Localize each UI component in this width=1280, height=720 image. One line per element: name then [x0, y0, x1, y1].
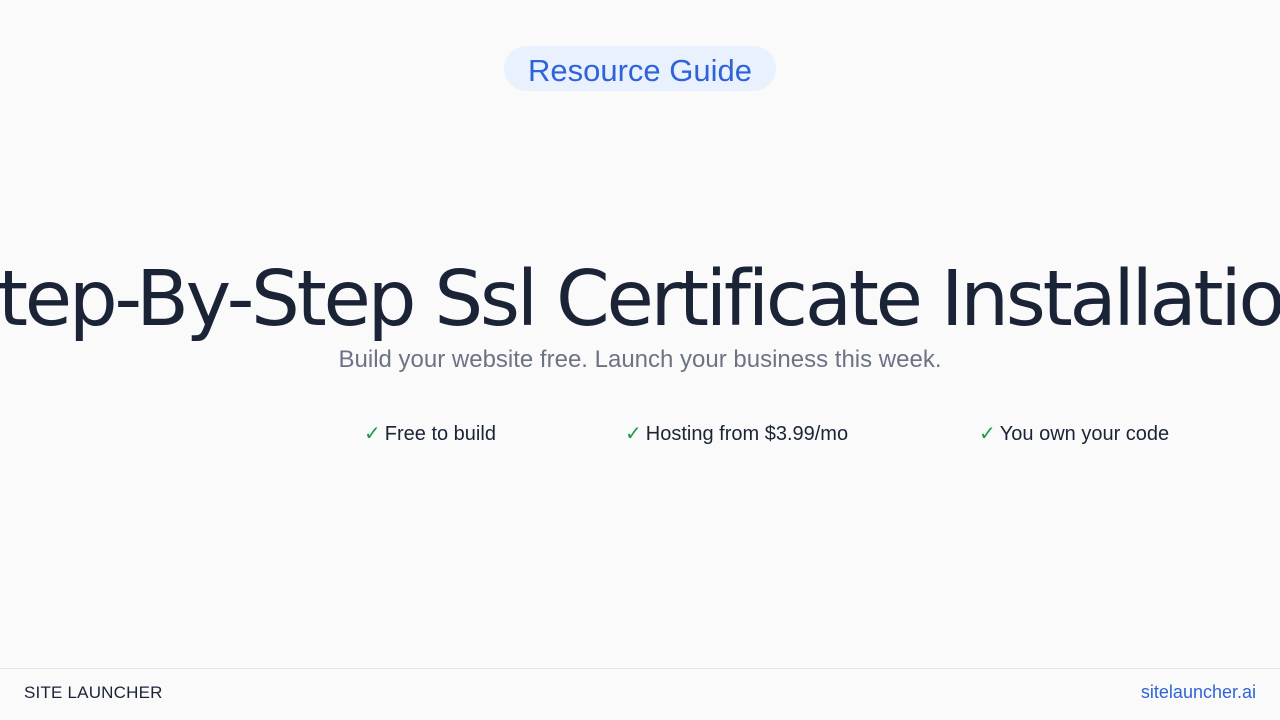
page-title: Step-By-Step Ssl Certificate Installatio… — [0, 255, 1280, 344]
feature-item: ✓ Hosting from $3.99/mo — [625, 420, 848, 448]
check-icon: ✓ — [625, 423, 642, 445]
feature-item: ✓ You own your code — [979, 420, 1169, 448]
page-subtitle: Build your website free. Launch your bus… — [338, 346, 942, 373]
feature-item: ✓ Free to build — [364, 420, 496, 448]
feature-label: Free to build — [384, 422, 496, 445]
feature-label: Hosting from $3.99/mo — [645, 422, 849, 445]
check-icon: ✓ — [364, 423, 381, 445]
check-icon: ✓ — [979, 423, 996, 445]
resource-guide-badge: Resource Guide — [504, 46, 776, 91]
feature-label: You own your code — [999, 422, 1170, 445]
site-link[interactable]: sitelauncher.ai — [1141, 681, 1256, 703]
footer: SITE LAUNCHER sitelauncher.ai — [0, 668, 1280, 720]
page: Resource Guide Step-By-Step Ssl Certific… — [0, 0, 1280, 720]
footer-brand: SITE LAUNCHER — [24, 683, 163, 702]
